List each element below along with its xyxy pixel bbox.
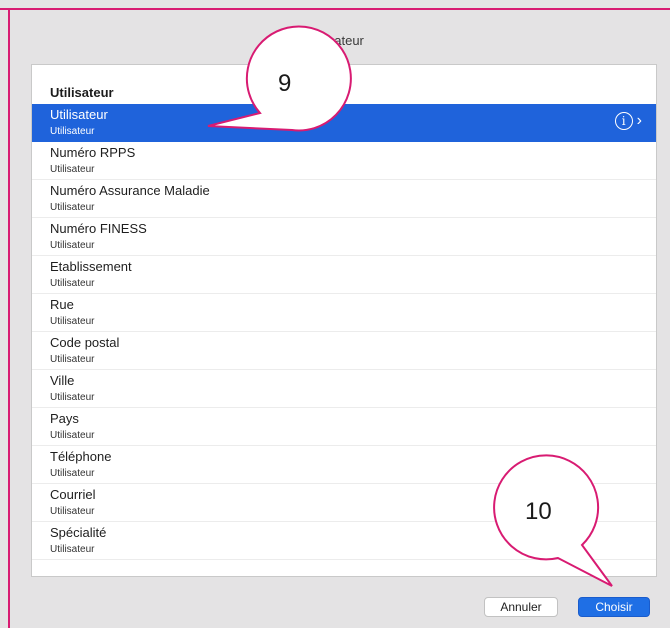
list-item-subtitle: Utilisateur xyxy=(50,240,95,251)
cancel-button[interactable]: Annuler xyxy=(484,597,558,617)
list-item-subtitle: Utilisateur xyxy=(50,392,95,403)
field-list-panel: Utilisateur Utilisateur Utilisateur i › … xyxy=(31,64,657,577)
list-item-subtitle: Utilisateur xyxy=(50,202,95,213)
list-item-title: Numéro RPPS xyxy=(50,145,136,160)
list-item-title: Code postal xyxy=(50,335,120,350)
info-icon[interactable]: i xyxy=(614,112,633,130)
choose-button[interactable]: Choisir xyxy=(578,597,650,617)
list-item[interactable]: Numéro FINESS Utilisateur xyxy=(32,218,656,256)
list-item-title: Etablissement xyxy=(50,259,132,274)
item-detail-control[interactable]: i › xyxy=(614,112,642,130)
list-item-subtitle: Utilisateur xyxy=(50,164,95,175)
list-item-title: Pays xyxy=(50,411,79,426)
list-item-title: Numéro FINESS xyxy=(50,221,147,236)
list-section-header: Utilisateur xyxy=(50,85,114,100)
field-list: Utilisateur Utilisateur i › Numéro RPPS … xyxy=(32,104,656,560)
list-item-title: Numéro Assurance Maladie xyxy=(50,183,210,198)
list-item-subtitle: Utilisateur xyxy=(50,430,95,441)
callout-number-9: 9 xyxy=(278,70,292,97)
list-item[interactable]: Téléphone Utilisateur xyxy=(32,446,656,484)
chevron-right-icon[interactable]: › xyxy=(637,113,642,129)
list-item[interactable]: Numéro Assurance Maladie Utilisateur xyxy=(32,180,656,218)
list-item-subtitle: Utilisateur xyxy=(50,316,95,327)
list-item[interactable]: Code postal Utilisateur xyxy=(32,332,656,370)
list-item-subtitle: Utilisateur xyxy=(50,468,95,479)
list-item[interactable]: Courriel Utilisateur xyxy=(32,484,656,522)
list-item[interactable]: Rue Utilisateur xyxy=(32,294,656,332)
list-item-subtitle: Utilisateur xyxy=(50,354,95,365)
list-item-title: Spécialité xyxy=(50,525,107,540)
window-title: Utilisateur xyxy=(306,33,364,48)
list-item-title: Utilisateur xyxy=(50,107,108,122)
list-item[interactable]: Ville Utilisateur xyxy=(32,370,656,408)
annotation-frame-left xyxy=(8,10,10,628)
list-item[interactable]: Pays Utilisateur xyxy=(32,408,656,446)
list-item-subtitle: Utilisateur xyxy=(50,126,95,137)
list-item[interactable]: Etablissement Utilisateur xyxy=(32,256,656,294)
list-item[interactable]: Utilisateur Utilisateur i › xyxy=(32,104,656,142)
list-item-subtitle: Utilisateur xyxy=(50,506,95,517)
list-item-title: Courriel xyxy=(50,487,96,502)
list-item-title: Rue xyxy=(50,297,74,312)
list-item-title: Ville xyxy=(50,373,75,388)
list-item-subtitle: Utilisateur xyxy=(50,544,95,555)
list-item-subtitle: Utilisateur xyxy=(50,278,95,289)
list-item-title: Téléphone xyxy=(50,449,112,464)
chooser-dialog: Utilisateur Utilisateur Utilisateur Util… xyxy=(0,0,670,628)
annotation-frame-top xyxy=(0,8,670,10)
list-item[interactable]: Spécialité Utilisateur xyxy=(32,522,656,560)
callout-number-10: 10 xyxy=(525,498,552,525)
list-item[interactable]: Numéro RPPS Utilisateur xyxy=(32,142,656,180)
